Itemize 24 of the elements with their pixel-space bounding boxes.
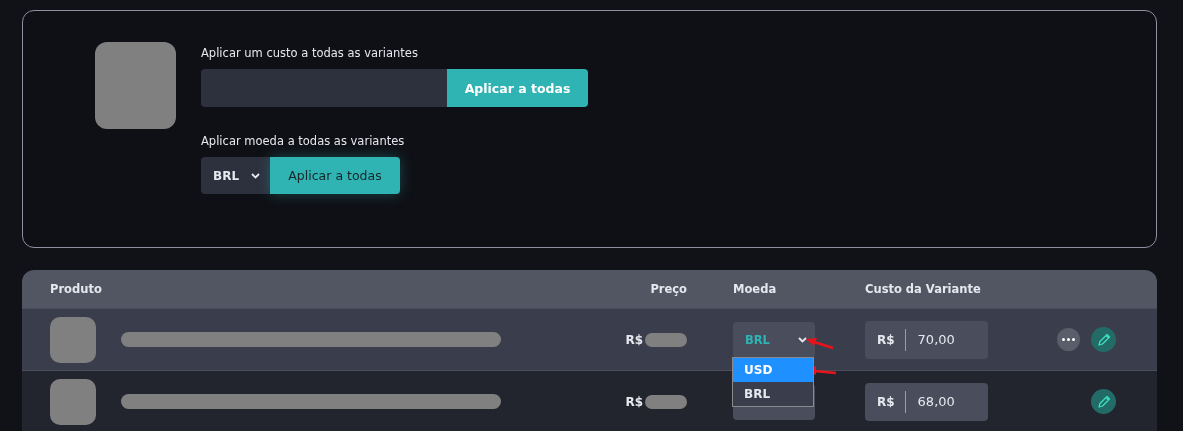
cost-input-field[interactable] — [201, 69, 447, 107]
redacted-text — [645, 394, 687, 409]
annotation-arrow — [806, 338, 834, 350]
redacted-text — [645, 332, 687, 347]
field-label: Aplicar moeda a todas as variantes — [201, 134, 405, 148]
edit-icon[interactable] — [1091, 327, 1116, 352]
dropdown-option[interactable]: BRL — [733, 382, 813, 406]
column-header: Produto — [50, 282, 103, 296]
column-header: Custo da Variante — [865, 282, 982, 296]
cost-input-field[interactable]: R$ 70,00 — [865, 320, 988, 359]
edit-icon[interactable] — [1091, 389, 1116, 414]
chevron-icon — [251, 172, 260, 179]
cost-input-field[interactable]: R$ 68,00 — [865, 382, 988, 421]
column-header: Moeda — [733, 282, 778, 296]
image-placeholder — [50, 316, 96, 363]
more-icon[interactable] — [1057, 328, 1080, 351]
image-placeholder — [50, 378, 96, 425]
currency-symbol: R$ — [625, 332, 643, 347]
chevron-icon — [798, 336, 807, 343]
apply-all-button[interactable]: Aplicar a todas — [270, 157, 400, 194]
currency-symbol: R$ — [625, 394, 643, 409]
currency-select[interactable]: BRL — [201, 157, 270, 194]
column-header: Preço — [650, 282, 688, 296]
field-label: Aplicar um custo a todas as variantes — [201, 46, 418, 60]
